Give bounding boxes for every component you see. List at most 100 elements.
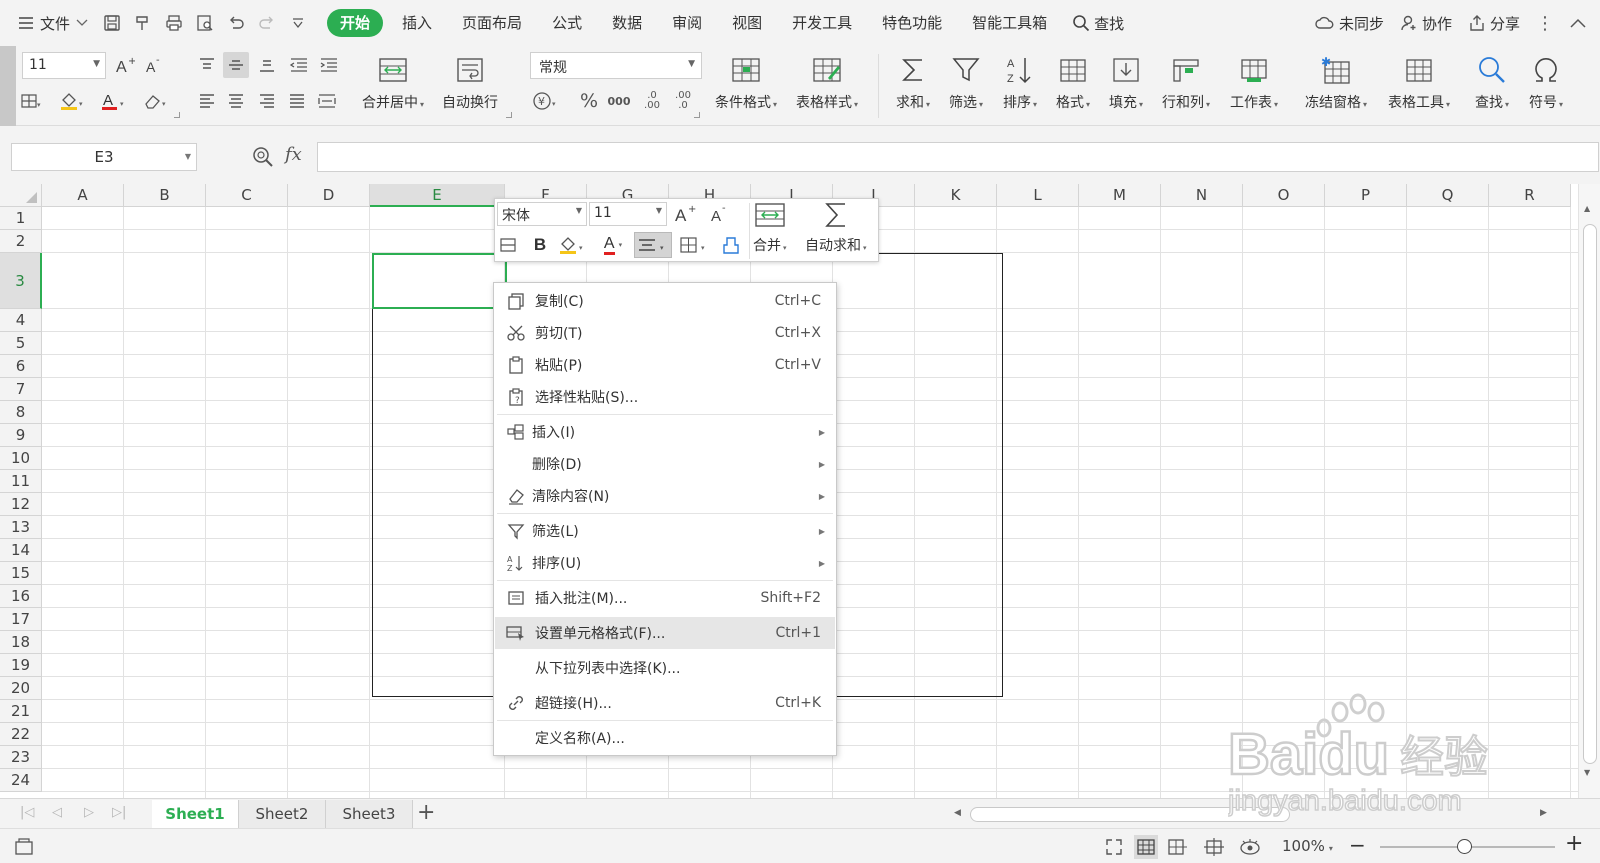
- align-left-icon[interactable]: [194, 88, 220, 114]
- reading-mode-icon[interactable]: [1238, 835, 1262, 859]
- alignment-dialog-launcher[interactable]: [506, 112, 512, 118]
- conditional-format-button[interactable]: 条件格式 ▾: [715, 50, 777, 120]
- align-center-icon[interactable]: [223, 88, 249, 114]
- align-middle-icon[interactable]: [223, 52, 249, 78]
- scroll-up-icon[interactable]: ▲: [1584, 204, 1590, 213]
- column-header-p[interactable]: P: [1325, 184, 1407, 207]
- row-header-18[interactable]: 18: [0, 631, 42, 654]
- name-box[interactable]: E3 ▼: [11, 143, 197, 171]
- mini-merge-button[interactable]: 合并 ▾: [753, 201, 787, 255]
- row-header-20[interactable]: 20: [0, 677, 42, 700]
- font-color-icon[interactable]: A ▾: [100, 88, 126, 114]
- mini-increase-font-icon[interactable]: A +: [672, 201, 698, 227]
- freeze-panes-button[interactable]: ✱ 冻结窗格 ▾: [1305, 50, 1367, 120]
- worksheet-button[interactable]: 工作表 ▾: [1230, 50, 1278, 120]
- column-header-d[interactable]: D: [288, 184, 370, 207]
- menu-item-filter[interactable]: 筛选(L) ▶: [495, 515, 835, 547]
- customize-toolbar-icon[interactable]: [282, 8, 313, 38]
- menu-item-define-name[interactable]: 定义名称(A)...: [495, 722, 835, 754]
- tab-developer[interactable]: 开发工具: [777, 9, 867, 37]
- zoom-level-select[interactable]: 100% ▾: [1282, 837, 1333, 855]
- tab-data[interactable]: 数据: [597, 9, 657, 37]
- row-header-6[interactable]: 6: [0, 355, 42, 378]
- sheet-tab-sheet3[interactable]: Sheet3: [326, 800, 413, 828]
- row-header-12[interactable]: 12: [0, 493, 42, 516]
- vertical-scroll-thumb[interactable]: [1583, 224, 1597, 764]
- tab-page-layout[interactable]: 页面布局: [447, 9, 537, 37]
- column-header-b[interactable]: B: [124, 184, 206, 207]
- tab-formulas[interactable]: 公式: [537, 9, 597, 37]
- print-preview-icon[interactable]: [189, 8, 220, 38]
- menu-item-insert[interactable]: 插入(I) ▶: [495, 416, 835, 448]
- zoom-slider-handle[interactable]: [1457, 839, 1472, 854]
- horizontal-scrollbar[interactable]: ◀ ▶: [940, 807, 1558, 822]
- collapse-ribbon-icon[interactable]: [1570, 14, 1586, 32]
- row-header-3[interactable]: 3: [0, 253, 42, 309]
- column-header-c[interactable]: C: [206, 184, 288, 207]
- format-button[interactable]: 格式 ▾: [1053, 50, 1093, 120]
- fullscreen-icon[interactable]: [1102, 835, 1126, 859]
- column-header-k[interactable]: K: [915, 184, 997, 207]
- add-sheet-button[interactable]: +: [417, 800, 435, 825]
- mini-align-center-icon[interactable]: ▾: [634, 232, 672, 258]
- prev-sheet-icon[interactable]: ◁: [52, 805, 62, 820]
- row-header-11[interactable]: 11: [0, 470, 42, 493]
- zoom-in-button[interactable]: +: [1565, 831, 1583, 856]
- wrap-text-button[interactable]: 自动换行: [442, 50, 498, 120]
- print-icon[interactable]: [158, 8, 189, 38]
- horizontal-scroll-thumb[interactable]: [970, 807, 1290, 822]
- column-header-a[interactable]: A: [42, 184, 124, 207]
- mini-autosum-button[interactable]: 自动求和 ▾: [805, 201, 867, 255]
- menu-item-pick-from-list[interactable]: 从下拉列表中选择(K)...: [495, 652, 835, 684]
- clear-format-icon[interactable]: ▾: [142, 88, 168, 114]
- tab-insert[interactable]: 插入: [387, 9, 447, 37]
- tab-view[interactable]: 视图: [717, 9, 777, 37]
- row-header-15[interactable]: 15: [0, 562, 42, 585]
- menu-item-paste[interactable]: 粘贴(P) Ctrl+V: [495, 349, 835, 381]
- decrease-indent-icon[interactable]: [286, 52, 312, 78]
- mini-cell-style-icon[interactable]: [497, 232, 523, 258]
- merge-center-button[interactable]: 合并居中 ▾: [362, 50, 424, 120]
- insert-function-button[interactable]: fx: [285, 144, 302, 165]
- decrease-font-icon[interactable]: A-: [141, 52, 167, 78]
- menu-item-paste-special[interactable]: ? 选择性粘贴(S)...: [495, 381, 835, 413]
- align-bottom-icon[interactable]: [254, 52, 280, 78]
- column-header-n[interactable]: N: [1161, 184, 1243, 207]
- last-sheet-icon[interactable]: ▷|: [112, 805, 126, 820]
- mini-font-color-button[interactable]: A ▾: [595, 232, 631, 258]
- find-button[interactable]: 查找 ▾: [1472, 50, 1512, 120]
- increase-indent-icon[interactable]: [316, 52, 342, 78]
- sum-button[interactable]: 求和 ▾: [893, 50, 933, 120]
- currency-format-icon[interactable]: ¥ ▾: [532, 88, 558, 114]
- cell-border-style-icon[interactable]: ▾: [18, 88, 44, 114]
- mini-font-size-select[interactable]: 11 ▼: [589, 202, 667, 226]
- table-style-button[interactable]: 表格样式 ▾: [796, 50, 858, 120]
- menu-item-clear-contents[interactable]: 清除内容(N) ▶: [495, 480, 835, 512]
- column-header-r[interactable]: R: [1489, 184, 1571, 207]
- row-header-2[interactable]: 2: [0, 230, 42, 253]
- scroll-right-icon[interactable]: ▶: [1540, 808, 1547, 818]
- fill-color-icon[interactable]: ▾: [58, 88, 84, 114]
- menu-item-copy[interactable]: 复制(C) Ctrl+C: [495, 285, 835, 317]
- row-header-23[interactable]: 23: [0, 746, 42, 769]
- mini-borders-icon[interactable]: ▾: [677, 232, 713, 258]
- share-button[interactable]: 分享: [1468, 13, 1520, 34]
- row-header-1[interactable]: 1: [0, 207, 42, 230]
- column-header-e[interactable]: E: [370, 184, 505, 207]
- column-header-m[interactable]: M: [1079, 184, 1161, 207]
- increase-decimal-icon[interactable]: .0.00: [639, 88, 665, 114]
- menu-item-cut[interactable]: 剪切(T) Ctrl+X: [495, 317, 835, 349]
- mini-bold-button[interactable]: B: [527, 232, 553, 258]
- justify-icon[interactable]: [284, 88, 310, 114]
- vertical-scrollbar[interactable]: ▲ ▼: [1578, 184, 1600, 798]
- row-header-7[interactable]: 7: [0, 378, 42, 401]
- rows-columns-button[interactable]: 行和列 ▾: [1162, 50, 1210, 120]
- number-dialog-launcher[interactable]: [694, 112, 700, 118]
- distributed-align-icon[interactable]: [314, 88, 340, 114]
- ribbon-font-size-select[interactable]: 11 ▼: [22, 52, 106, 79]
- mini-decrease-font-icon[interactable]: A-: [707, 201, 733, 227]
- next-sheet-icon[interactable]: ▷: [84, 805, 94, 820]
- redo-icon[interactable]: [251, 8, 282, 38]
- tab-review[interactable]: 审阅: [657, 9, 717, 37]
- more-options-icon[interactable]: ⋮: [1536, 13, 1554, 34]
